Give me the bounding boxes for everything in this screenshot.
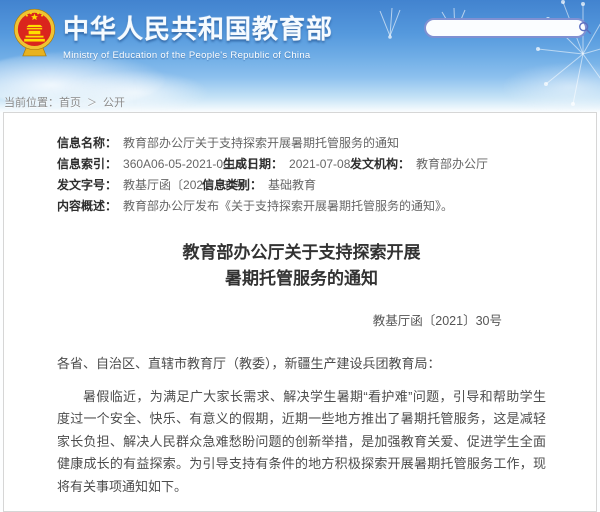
meta-row-name: 信息名称： 教育部办公厅关于支持探索开展暑期托管服务的通知 [57, 133, 546, 154]
national-emblem-icon [12, 8, 57, 58]
meta-name-value: 教育部办公厅关于支持探索开展暑期托管服务的通知 [123, 136, 399, 150]
cloud-decoration [500, 62, 600, 112]
meta-agency-value: 教育部办公厅 [416, 157, 488, 171]
salutation: 各省、自治区、直辖市教育厅（教委），新疆生产建设兵团教育局： [57, 353, 546, 375]
body-paragraph: 暑假临近，为满足广大家长需求、解决学生暑期“看护难”问题，引导和帮助学生度过一个… [57, 386, 546, 499]
meta-row-index: 信息索引：360A06-05-2021-0018-1生成日期：2021-07-0… [57, 154, 546, 175]
document-number: 教基厅函〔2021〕30号 [57, 310, 502, 329]
meta-summary-value: 教育部办公厅发布《关于支持探索开展暑期托管服务的通知》。 [123, 199, 453, 213]
site-title: 中华人民共和国教育部 [63, 9, 333, 46]
search-icon[interactable] [578, 21, 592, 35]
search-box[interactable] [424, 18, 587, 38]
meta-date-label: 生成日期： [223, 157, 283, 171]
meta-summary-label: 内容概述： [57, 199, 117, 213]
document-article: 教育部办公厅关于支持探索开展 暑期托管服务的通知 教基厅函〔2021〕30号 各… [57, 240, 546, 498]
breadcrumb-separator: ＞ [87, 98, 97, 109]
meta-category-value: 基础教育 [268, 178, 316, 192]
document-metadata: 信息名称： 教育部办公厅关于支持探索开展暑期托管服务的通知 信息索引：360A06… [57, 133, 546, 217]
document-title-line1: 教育部办公厅关于支持探索开展 [57, 240, 546, 266]
breadcrumb-link-home[interactable]: 首页 [59, 97, 81, 109]
meta-name-label: 信息名称： [57, 136, 117, 150]
content-panel: 信息名称： 教育部办公厅关于支持探索开展暑期托管服务的通知 信息索引：360A06… [3, 112, 597, 512]
site-subtitle: Ministry of Education of the People's Re… [63, 50, 333, 61]
meta-docno-label: 发文字号： [57, 178, 117, 192]
site-brand: 中华人民共和国教育部 Ministry of Education of the … [63, 9, 333, 61]
meta-row-docno: 发文字号：教基厅函〔2021〕30号信息类别：基础教育 [57, 175, 546, 196]
document-title: 教育部办公厅关于支持探索开展 暑期托管服务的通知 [57, 240, 546, 293]
meta-row-summary: 内容概述： 教育部办公厅发布《关于支持探索开展暑期托管服务的通知》。 [57, 196, 546, 217]
breadcrumb: 当前位置：首页 ＞ 公开 [4, 94, 125, 110]
meta-agency-label: 发文机构： [350, 157, 410, 171]
search-input[interactable] [436, 22, 578, 34]
document-title-line2: 暑期托管服务的通知 [57, 266, 546, 292]
meta-category-label: 信息类别： [202, 178, 262, 192]
breadcrumb-link-gongkai[interactable]: 公开 [103, 97, 125, 109]
meta-date-value: 2021-07-08 [289, 157, 350, 171]
meta-index-label: 信息索引： [57, 157, 117, 171]
breadcrumb-prefix: 当前位置： [4, 97, 59, 109]
